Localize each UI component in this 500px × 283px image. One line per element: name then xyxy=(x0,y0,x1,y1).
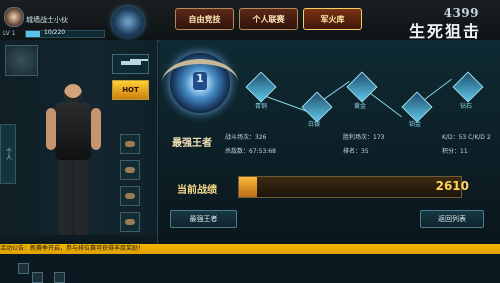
weapon-slot[interactable] xyxy=(112,54,149,74)
experience-text: 10/220 xyxy=(44,29,66,36)
tier-platinum-label: 铂金 xyxy=(409,121,422,128)
experience-bar: 10/220 xyxy=(25,29,105,38)
character-left-arm xyxy=(46,108,56,150)
bottom-middle-icon[interactable] xyxy=(32,272,43,283)
bottom-right-icon[interactable] xyxy=(54,272,65,283)
game-title: 生死狙击 xyxy=(408,22,481,41)
stat-wins: 胜利场次：173 xyxy=(343,134,385,141)
score-value: 2610 xyxy=(435,179,469,193)
stat-rank: 排名：35 xyxy=(343,148,369,155)
tier-gold-label: 黄金 xyxy=(354,103,367,110)
rifle-icon xyxy=(121,61,141,65)
character-legs xyxy=(58,160,88,236)
return-list-button[interactable]: 返回列表 xyxy=(420,210,484,228)
ammo-icon[interactable] xyxy=(120,212,140,232)
tier-diamond-label: 钻石 xyxy=(460,103,473,110)
side-tab-personal[interactable]: 个人 xyxy=(0,124,16,184)
tier-silver-label: 白银 xyxy=(308,121,321,128)
rank-panel: 最强王者 青铜 白银 黄金 铂金 钻石 战斗场次：326 胜利场次：173 K/… xyxy=(160,40,500,254)
top-bar: 城墙战士小伙 LV 1 10/220 自由竞技 个人联赛 军火库 4399 生死… xyxy=(0,0,500,41)
tier-bronze-label: 青铜 xyxy=(255,103,268,110)
player-name: 城墙战士小伙 xyxy=(26,16,68,24)
bottom-left-icon[interactable] xyxy=(18,263,29,274)
stat-battles: 战斗场次：326 xyxy=(225,134,267,141)
mode-tabs: 自由竞技 个人联赛 军火库 xyxy=(175,8,362,30)
announcement-ticker: 活动公告：新赛季开启，参与排位赛可获得丰厚奖励！ xyxy=(0,244,500,254)
helmet-icon[interactable] xyxy=(120,134,140,154)
character-head xyxy=(64,84,82,102)
tier-diamond xyxy=(452,71,484,103)
tab-armory[interactable]: 军火库 xyxy=(303,8,362,30)
score-label: 当前战绩 xyxy=(177,185,217,196)
hot-badge[interactable]: HOT xyxy=(112,80,149,100)
grenade-icon[interactable] xyxy=(120,186,140,206)
rank-emblem xyxy=(162,53,238,113)
tab-personal-league[interactable]: 个人联赛 xyxy=(239,8,298,30)
experience-fill xyxy=(26,31,41,37)
rank-title: 最强王者 xyxy=(172,138,212,149)
character-body xyxy=(55,102,91,160)
character-right-arm xyxy=(91,108,101,150)
score-bar: 2610 xyxy=(238,176,469,198)
player-level: LV 1 xyxy=(3,30,16,37)
score-fill xyxy=(239,177,257,197)
equipment-column xyxy=(120,134,140,232)
game-logo: 4399 生死狙击 xyxy=(381,6,491,41)
character-model xyxy=(38,84,108,242)
stat-kills: 杀敌数：67:53:68 xyxy=(225,148,276,155)
stat-points: 积分：11 xyxy=(442,148,468,155)
game-screen: 城墙战士小伙 LV 1 10/220 自由竞技 个人联赛 军火库 4399 生死… xyxy=(0,0,500,283)
stat-kd: K/D：53 C/K/D 2 xyxy=(442,134,491,141)
strongest-king-button[interactable]: 最强王者 xyxy=(170,210,237,228)
armor-icon[interactable] xyxy=(120,160,140,180)
tier-gold xyxy=(346,71,378,103)
character-panel: 个人 HOT xyxy=(0,40,158,283)
player-avatar-icon xyxy=(4,7,24,27)
avatar xyxy=(5,45,38,76)
top-rank-icon xyxy=(112,7,144,37)
tab-free-competition[interactable]: 自由竞技 xyxy=(175,8,234,30)
